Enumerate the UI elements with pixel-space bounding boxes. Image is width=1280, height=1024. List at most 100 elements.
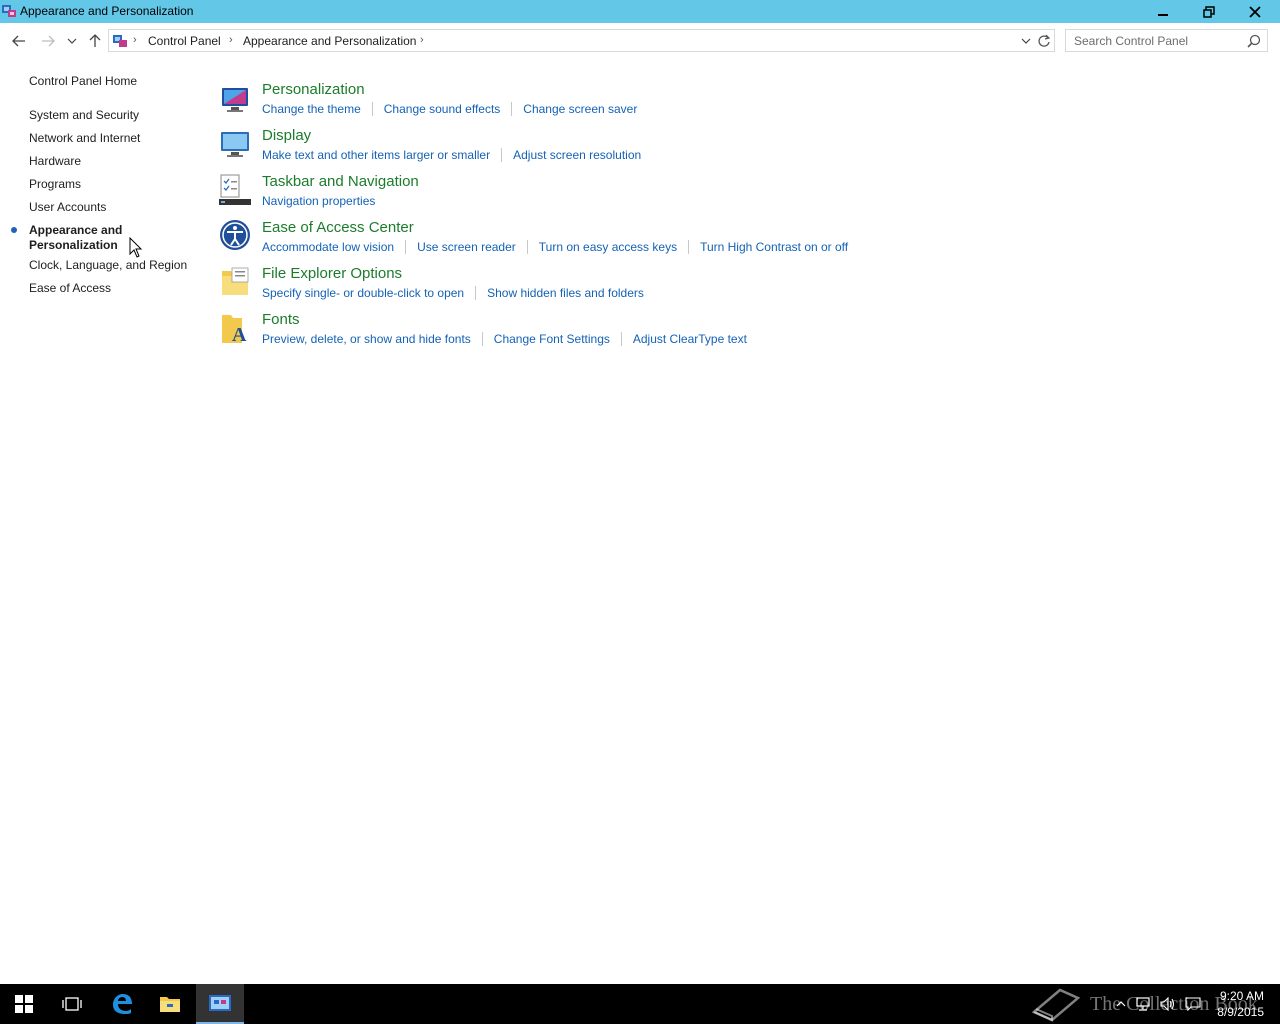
task-view-icon xyxy=(62,997,82,1011)
link-divider xyxy=(620,332,622,346)
folder-options-icon[interactable] xyxy=(218,265,252,299)
edge-icon xyxy=(113,994,132,1014)
taskbar-icon[interactable] xyxy=(218,173,252,207)
navigation-properties-link[interactable]: Navigation properties xyxy=(262,194,375,208)
link-divider xyxy=(511,102,513,116)
clock-date: 8/9/2015 xyxy=(1217,1005,1264,1019)
breadcrumb-appearance[interactable]: Appearance and Personalization xyxy=(243,34,416,48)
breadcrumb-separator-icon[interactable]: › xyxy=(420,34,424,46)
control-panel-home-link[interactable]: Control Panel Home xyxy=(29,74,137,88)
task-view-button[interactable] xyxy=(48,984,96,1024)
breadcrumb-separator-icon[interactable]: › xyxy=(133,34,137,46)
nav-item-appearance-and-personalization[interactable]: Appearance and Personalization xyxy=(29,223,129,253)
minimize-icon xyxy=(1158,13,1168,16)
show-hidden-files-link[interactable]: Show hidden files and folders xyxy=(487,286,644,300)
svg-text:A: A xyxy=(232,324,247,345)
ease-of-access-center-title-link[interactable]: Ease of Access Center xyxy=(262,219,414,236)
window-title: Appearance and Personalization xyxy=(20,4,194,18)
network-icon xyxy=(1136,997,1150,1011)
adjust-cleartype-link[interactable]: Adjust ClearType text xyxy=(633,332,747,346)
personalization-links: Change the theme Change sound effects Ch… xyxy=(262,102,637,116)
system-clock[interactable]: 9:20 AM 8/9/2015 xyxy=(1217,988,1264,1020)
fonts-icon[interactable]: A xyxy=(218,311,252,345)
close-button[interactable] xyxy=(1232,0,1278,23)
network-tray-button[interactable] xyxy=(1134,984,1154,1024)
personalization-title-link[interactable]: Personalization xyxy=(262,81,365,98)
search-icon[interactable] xyxy=(1247,34,1261,48)
fonts-title-link[interactable]: Fonts xyxy=(262,311,300,328)
display-icon[interactable] xyxy=(218,127,252,161)
control-panel-taskbar-button[interactable] xyxy=(196,984,244,1024)
file-explorer-options-links: Specify single- or double-click to open … xyxy=(262,286,644,300)
preview-delete-fonts-link[interactable]: Preview, delete, or show and hide fonts xyxy=(262,332,471,346)
category-display: Display Make text and other items larger… xyxy=(218,127,1218,167)
control-panel-icon xyxy=(2,5,16,17)
display-links: Make text and other items larger or smal… xyxy=(262,148,641,162)
back-button[interactable] xyxy=(10,32,28,50)
taskbar-navigation-links: Navigation properties xyxy=(262,194,375,208)
up-button[interactable] xyxy=(86,32,104,50)
action-center-button[interactable] xyxy=(1182,984,1204,1024)
nav-item-user-accounts[interactable]: User Accounts xyxy=(29,200,106,215)
make-text-larger-link[interactable]: Make text and other items larger or smal… xyxy=(262,148,490,162)
nav-item-system-and-security[interactable]: System and Security xyxy=(29,108,139,123)
ease-of-access-links: Accommodate low vision Use screen reader… xyxy=(262,240,848,254)
category-file-explorer-options: File Explorer Options Specify single- or… xyxy=(218,265,1218,305)
display-title-link[interactable]: Display xyxy=(262,127,311,144)
change-sound-effects-link[interactable]: Change sound effects xyxy=(384,102,501,116)
search-box[interactable] xyxy=(1065,29,1268,52)
file-explorer-options-title-link[interactable]: File Explorer Options xyxy=(262,265,402,282)
close-icon xyxy=(1249,5,1261,18)
taskbar-navigation-title-link[interactable]: Taskbar and Navigation xyxy=(262,173,419,190)
turn-high-contrast-link[interactable]: Turn High Contrast on or off xyxy=(700,240,848,254)
nav-item-programs[interactable]: Programs xyxy=(29,177,81,192)
active-bullet-icon xyxy=(11,227,17,233)
forward-arrow-icon xyxy=(42,35,55,47)
control-panel-icon xyxy=(113,35,127,47)
show-hidden-icons-button[interactable] xyxy=(1112,984,1130,1024)
chevron-down-icon xyxy=(67,38,77,44)
breadcrumb-control-panel[interactable]: Control Panel xyxy=(148,34,221,48)
category-fonts: A Fonts Preview, delete, or show and hid… xyxy=(218,311,1218,351)
refresh-icon[interactable] xyxy=(1037,33,1051,49)
recent-locations-button[interactable] xyxy=(63,32,81,50)
change-theme-link[interactable]: Change the theme xyxy=(262,102,361,116)
accommodate-low-vision-link[interactable]: Accommodate low vision xyxy=(262,240,394,254)
breadcrumb-separator-icon[interactable]: › xyxy=(229,34,233,46)
change-font-settings-link[interactable]: Change Font Settings xyxy=(494,332,610,346)
address-bar[interactable]: › Control Panel › Appearance and Persona… xyxy=(108,29,1055,52)
nav-item-network-and-internet[interactable]: Network and Internet xyxy=(29,131,140,146)
change-screen-saver-link[interactable]: Change screen saver xyxy=(523,102,637,116)
back-arrow-icon xyxy=(12,35,25,47)
fonts-links: Preview, delete, or show and hide fonts … xyxy=(262,332,747,346)
nav-item-clock-language-region[interactable]: Clock, Language, and Region xyxy=(29,258,187,273)
file-explorer-button[interactable] xyxy=(146,984,194,1024)
chevron-up-icon xyxy=(1116,1001,1126,1007)
single-double-click-link[interactable]: Specify single- or double-click to open xyxy=(262,286,464,300)
turn-on-easy-access-keys-link[interactable]: Turn on easy access keys xyxy=(539,240,677,254)
search-input[interactable] xyxy=(1074,33,1244,48)
minimize-button[interactable] xyxy=(1140,0,1186,23)
link-divider xyxy=(526,240,528,254)
ease-of-access-icon[interactable] xyxy=(218,219,252,253)
start-button[interactable] xyxy=(0,984,48,1024)
clock-time: 9:20 AM xyxy=(1219,989,1264,1003)
personalization-icon[interactable] xyxy=(218,81,252,115)
control-panel-icon xyxy=(209,995,231,1011)
nav-item-ease-of-access[interactable]: Ease of Access xyxy=(29,281,111,296)
volume-tray-button[interactable] xyxy=(1158,984,1178,1024)
link-divider xyxy=(475,286,477,300)
category-ease-of-access-center: Ease of Access Center Accommodate low vi… xyxy=(218,219,1218,259)
nav-item-hardware[interactable]: Hardware xyxy=(29,154,81,169)
mouse-cursor-icon xyxy=(129,237,143,258)
restore-icon xyxy=(1203,5,1215,18)
restore-button[interactable] xyxy=(1186,0,1232,23)
forward-button[interactable] xyxy=(39,32,57,50)
windows-logo-icon xyxy=(15,995,33,1013)
edge-browser-button[interactable] xyxy=(98,984,146,1024)
navigation-bar: › Control Panel › Appearance and Persona… xyxy=(0,23,1280,59)
use-screen-reader-link[interactable]: Use screen reader xyxy=(417,240,516,254)
address-dropdown-icon[interactable] xyxy=(1020,34,1032,48)
link-divider xyxy=(481,332,483,346)
adjust-screen-resolution-link[interactable]: Adjust screen resolution xyxy=(513,148,641,162)
